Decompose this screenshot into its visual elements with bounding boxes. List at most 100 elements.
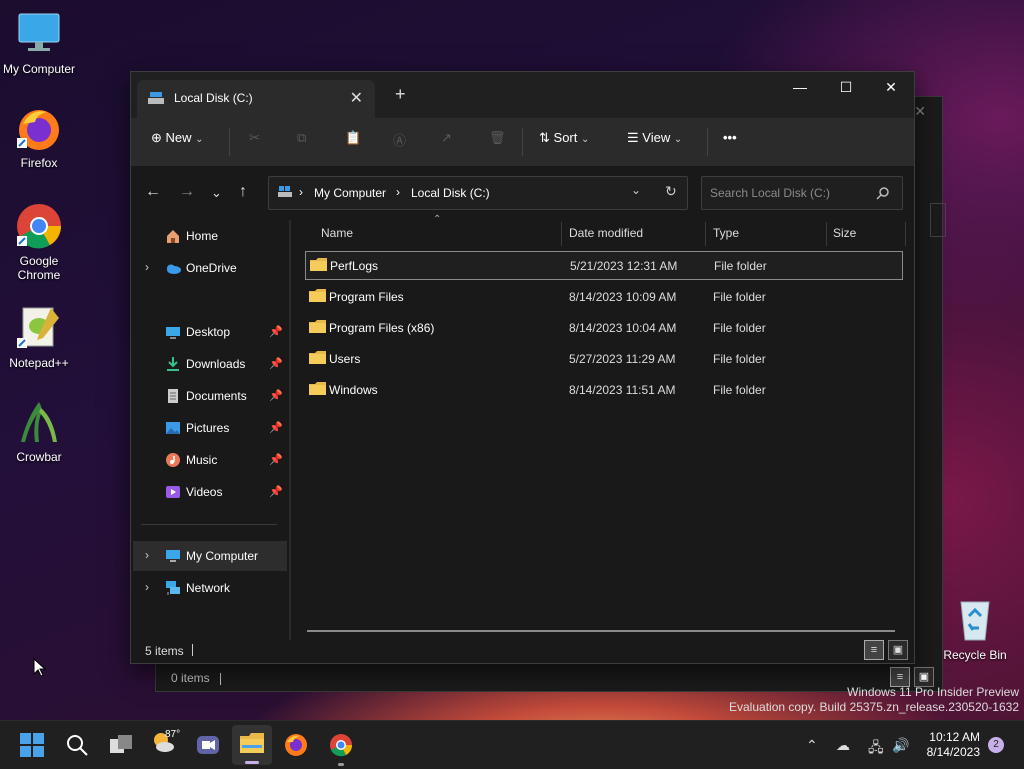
sidebar-item-home[interactable]: Home xyxy=(133,221,287,251)
pin-icon[interactable]: 📌 xyxy=(269,485,283,498)
address-history-chevron-icon[interactable]: ⌄ xyxy=(631,183,641,197)
column-header-size[interactable]: Size xyxy=(833,226,856,240)
sidebar-item-my-computer[interactable]: › My Computer xyxy=(133,541,287,571)
firefox-icon[interactable] xyxy=(284,733,310,759)
status-bar: 5 items ≡ ▣ xyxy=(131,639,914,663)
table-row[interactable]: Program Files 8/14/2023 10:09 AM File fo… xyxy=(305,283,901,310)
network-status-icon[interactable]: 🖧 xyxy=(868,737,884,761)
sidebar-item-network[interactable]: › Network xyxy=(133,573,287,603)
chevron-right-icon[interactable]: › xyxy=(145,580,149,594)
address-bar[interactable]: › My Computer › Local Disk (C:) ⌄ ↻ xyxy=(268,176,688,210)
volume-icon[interactable]: 🔊 xyxy=(892,737,909,754)
column-header-date[interactable]: Date modified xyxy=(569,226,643,240)
forward-arrow-icon[interactable]: → xyxy=(179,183,195,201)
breadcrumb-my-computer[interactable]: My Computer xyxy=(314,186,386,200)
details-view-icon[interactable]: ≡ xyxy=(864,640,884,660)
desktop-icon-crowbar[interactable]: Crowbar xyxy=(0,398,78,464)
pin-icon[interactable]: 📌 xyxy=(269,421,283,434)
tiles-view-icon[interactable]: ▣ xyxy=(914,667,934,687)
desktop-icon-label: My Computer xyxy=(2,62,76,76)
table-row[interactable]: PerfLogs 5/21/2023 12:31 AM File folder xyxy=(305,251,903,280)
sidebar-item-label: OneDrive xyxy=(186,261,237,275)
column-header-name[interactable]: Name xyxy=(321,226,353,240)
desktop-icon-label: Google Chrome xyxy=(17,254,61,282)
file-name: Program Files (x86) xyxy=(329,321,435,335)
pin-icon[interactable]: 📌 xyxy=(269,325,283,338)
weather-widget[interactable]: 87° xyxy=(150,729,184,755)
close-icon[interactable]: ✕ xyxy=(914,103,926,120)
search-box[interactable]: Search Local Disk (C:) xyxy=(701,176,903,210)
maximize-button[interactable]: ☐ xyxy=(823,72,869,102)
sidebar-item-pictures[interactable]: Pictures 📌 xyxy=(133,413,287,443)
new-button[interactable]: ⊕ New ⌄ xyxy=(151,130,204,146)
refresh-icon[interactable]: ↻ xyxy=(665,183,677,200)
cut-icon[interactable]: ✂ xyxy=(249,130,260,146)
copy-icon[interactable]: ⧉ xyxy=(297,130,306,146)
file-type: File folder xyxy=(714,259,767,273)
drive-icon xyxy=(148,92,164,104)
desktop-icon-firefox[interactable]: Firefox xyxy=(0,104,78,170)
delete-icon[interactable]: 🗑 xyxy=(489,130,506,146)
sidebar-item-downloads[interactable]: Downloads 📌 xyxy=(133,349,287,379)
close-button[interactable]: ✕ xyxy=(868,72,914,102)
column-header-type[interactable]: Type xyxy=(713,226,739,240)
breadcrumb-local-disk[interactable]: Local Disk (C:) xyxy=(411,186,490,200)
file-date: 5/21/2023 12:31 AM xyxy=(570,259,678,273)
pin-icon[interactable]: 📌 xyxy=(269,389,283,402)
recent-locations-chevron-icon[interactable]: ⌄ xyxy=(211,185,222,201)
clock[interactable]: 10:12 AM 8/14/2023 xyxy=(927,730,980,760)
view-list-icon: ☰ xyxy=(627,130,639,145)
taskbar-file-explorer[interactable] xyxy=(232,725,272,765)
notification-badge[interactable]: 2 xyxy=(988,737,1004,753)
onedrive-offline-icon[interactable]: ☁ xyxy=(836,737,850,754)
back-arrow-icon[interactable]: ← xyxy=(145,183,161,201)
search-icon[interactable] xyxy=(65,733,91,759)
more-options-button[interactable]: ••• xyxy=(723,130,737,145)
sidebar-item-music[interactable]: Music 📌 xyxy=(133,445,287,475)
desktop-icon-recycle-bin[interactable]: Recycle Bin xyxy=(936,596,1014,662)
start-button[interactable] xyxy=(20,733,46,759)
pin-icon[interactable]: 📌 xyxy=(269,357,283,370)
desktop-icon-my-computer[interactable]: My Computer xyxy=(0,10,78,76)
paste-icon[interactable]: 📋 xyxy=(345,130,361,146)
sidebar-item-documents[interactable]: Documents 📌 xyxy=(133,381,287,411)
sidebar-item-onedrive[interactable]: › OneDrive xyxy=(133,253,287,283)
chevron-right-icon[interactable]: › xyxy=(145,260,149,274)
file-list: ⌃ Name Date modified Type Size PerfLogs … xyxy=(301,214,911,638)
folder-icon xyxy=(310,258,327,271)
file-name: PerfLogs xyxy=(330,259,379,273)
desktop-icon-notepadpp[interactable]: Notepad++ xyxy=(0,304,78,370)
chrome-icon[interactable] xyxy=(329,733,355,759)
chevron-right-icon[interactable]: › xyxy=(145,548,149,562)
tab-close-icon[interactable]: ✕ xyxy=(350,88,363,108)
desktop-icon-chrome[interactable]: Google Chrome xyxy=(0,202,78,282)
sidebar-item-videos[interactable]: Videos 📌 xyxy=(133,477,287,507)
new-tab-button[interactable]: + xyxy=(395,84,406,105)
table-row[interactable]: Windows 8/14/2023 11:51 AM File folder xyxy=(305,376,901,403)
pin-icon[interactable]: 📌 xyxy=(269,453,283,466)
sidebar-item-desktop[interactable]: Desktop 📌 xyxy=(133,317,287,347)
show-hidden-icons-chevron-icon[interactable]: ⌃ xyxy=(806,737,818,754)
tab-local-disk[interactable]: Local Disk (C:) ✕ xyxy=(137,80,375,118)
horizontal-scrollbar[interactable] xyxy=(307,630,895,632)
share-icon[interactable]: ↗ xyxy=(441,130,452,146)
sort-button[interactable]: ⇅ Sort ⌄ xyxy=(539,130,589,146)
tiles-view-icon[interactable]: ▣ xyxy=(888,640,908,660)
search-placeholder: Search Local Disk (C:) xyxy=(710,186,831,200)
up-arrow-icon[interactable]: ↑ xyxy=(239,183,247,201)
details-view-icon[interactable]: ≡ xyxy=(890,667,910,687)
table-row[interactable]: Users 5/27/2023 11:29 AM File folder xyxy=(305,345,901,372)
table-row[interactable]: Program Files (x86) 8/14/2023 10:04 AM F… xyxy=(305,314,901,341)
rename-icon[interactable]: Ⓐ xyxy=(393,130,406,149)
folder-icon xyxy=(309,289,326,302)
weather-temperature: 87° xyxy=(165,729,181,740)
pane-splitter[interactable] xyxy=(289,220,291,640)
folder-icon xyxy=(309,320,326,333)
view-buttons: ≡ ▣ xyxy=(886,667,934,687)
file-date: 8/14/2023 11:51 AM xyxy=(569,383,676,397)
file-type: File folder xyxy=(713,290,766,304)
task-view-icon[interactable] xyxy=(108,733,134,759)
minimize-button[interactable]: — xyxy=(777,72,823,102)
view-button[interactable]: ☰ View ⌄ xyxy=(627,130,682,146)
teams-meet-icon[interactable] xyxy=(196,733,222,759)
